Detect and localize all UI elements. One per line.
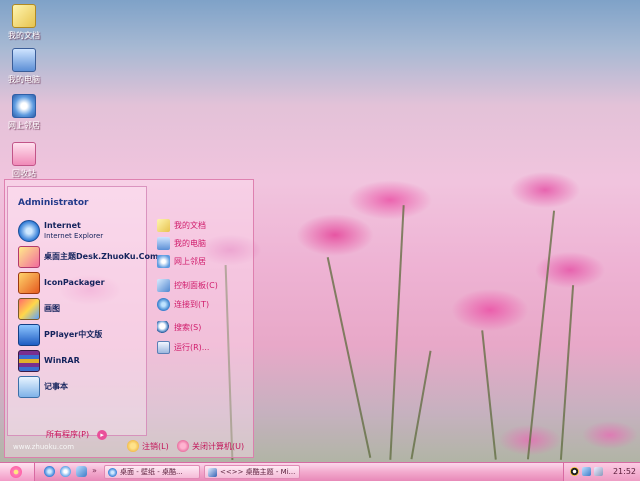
internet-explorer-icon bbox=[18, 220, 40, 242]
desktop-icon-recycle-bin[interactable]: 回收站 bbox=[4, 142, 44, 179]
my-documents-icon bbox=[157, 218, 170, 232]
place-my-documents[interactable]: 我的文档 bbox=[157, 217, 206, 233]
desktop-theme-icon bbox=[18, 246, 40, 268]
program-winrar[interactable]: WinRAR bbox=[18, 350, 80, 372]
connect-to-icon bbox=[157, 297, 170, 311]
flower-start-icon bbox=[10, 466, 22, 478]
program-name: WinRAR bbox=[44, 356, 80, 365]
my-documents-icon bbox=[12, 4, 36, 28]
control-panel-icon bbox=[157, 278, 170, 292]
volume-tray-icon[interactable] bbox=[594, 467, 603, 476]
ie-task-icon bbox=[108, 467, 117, 477]
program-paint[interactable]: 画图 bbox=[18, 298, 60, 320]
notepad-icon bbox=[18, 376, 40, 398]
start-menu: Administrator Internet Internet Explorer… bbox=[4, 179, 254, 458]
program-name: 桌面主题Desk.ZhuoKu.Com bbox=[44, 252, 159, 261]
paint-icon bbox=[18, 298, 40, 320]
network-places-icon bbox=[12, 94, 36, 118]
iconpackager-icon bbox=[18, 272, 40, 294]
program-name: 画图 bbox=[44, 304, 60, 313]
program-desktop-theme[interactable]: 桌面主题Desk.ZhuoKu.Com bbox=[18, 246, 158, 268]
desktop-icon-label: 我的电脑 bbox=[8, 75, 40, 84]
place-label: 控制面板(C) bbox=[174, 280, 218, 290]
power-icon bbox=[177, 440, 189, 452]
program-name: IconPackager bbox=[44, 278, 105, 287]
start-menu-footer: www.zhuoku.com 注销(L) 关闭计算机(U) bbox=[5, 437, 253, 457]
my-computer-icon bbox=[12, 48, 36, 72]
desktop-icon-label: 我的文档 bbox=[8, 31, 40, 40]
system-tray: 21:52 bbox=[563, 463, 640, 481]
taskbar-button-label: 桌面 - 壁纸 - 桌酷... bbox=[120, 468, 183, 476]
program-internet-explorer[interactable]: Internet Internet Explorer bbox=[18, 220, 103, 242]
place-label: 搜索(S) bbox=[174, 322, 202, 332]
desktop-icon-my-computer[interactable]: 我的电脑 bbox=[4, 48, 44, 85]
recycle-bin-icon bbox=[12, 142, 36, 166]
logoff-icon bbox=[127, 440, 139, 452]
place-control-panel[interactable]: 控制面板(C) bbox=[157, 277, 218, 293]
start-menu-user-name: Administrator bbox=[18, 198, 89, 208]
program-name: Internet bbox=[44, 221, 81, 230]
taskbar-button-label: <<>> 桌酷主题 - Mi... bbox=[220, 468, 296, 476]
program-iconpackager[interactable]: IconPackager bbox=[18, 272, 105, 294]
quick-launch-media-icon[interactable] bbox=[60, 466, 71, 477]
taskbar-button-browser[interactable]: 桌面 - 壁纸 - 桌酷... bbox=[104, 465, 200, 479]
program-name: 记事本 bbox=[44, 382, 68, 391]
start-button[interactable] bbox=[0, 463, 35, 481]
start-menu-programs-pane: Administrator Internet Internet Explorer… bbox=[7, 186, 158, 440]
place-run[interactable]: 运行(R)... bbox=[157, 339, 209, 355]
word-task-icon bbox=[208, 467, 217, 477]
media-player-icon bbox=[18, 324, 40, 346]
place-network-places[interactable]: 网上邻居 bbox=[157, 253, 206, 269]
run-icon bbox=[157, 340, 170, 354]
taskbar: » 桌面 - 壁纸 - 桌酷... <<>> 桌酷主题 - Mi... 21:5… bbox=[0, 462, 640, 481]
place-label: 网上邻居 bbox=[174, 256, 206, 266]
quick-launch-ie-icon[interactable] bbox=[44, 466, 55, 477]
desktop-icon-network-places[interactable]: 网上邻居 bbox=[4, 94, 44, 131]
winrar-icon bbox=[18, 350, 40, 372]
clock: 21:52 bbox=[612, 467, 636, 476]
place-label: 连接到(T) bbox=[174, 299, 210, 309]
my-computer-icon bbox=[157, 236, 170, 250]
network-tray-icon[interactable] bbox=[582, 467, 591, 476]
desktop-icon-label: 回收站 bbox=[12, 169, 36, 178]
program-subtitle: Internet Explorer bbox=[44, 232, 104, 240]
program-name: PPlayer中文版 bbox=[44, 330, 103, 339]
desktop-icon-my-documents[interactable]: 我的文档 bbox=[4, 4, 44, 41]
site-url-text: www.zhuoku.com bbox=[13, 443, 75, 451]
quick-launch-desktop-icon[interactable] bbox=[76, 466, 87, 477]
place-label: 运行(R)... bbox=[174, 342, 210, 352]
program-media-player[interactable]: PPlayer中文版 bbox=[18, 324, 102, 346]
shutdown-button[interactable]: 关闭计算机(U) bbox=[177, 440, 244, 452]
logoff-button[interactable]: 注销(L) bbox=[127, 440, 169, 452]
network-places-icon bbox=[157, 254, 170, 268]
place-search[interactable]: 搜索(S) bbox=[157, 319, 201, 335]
place-label: 我的文档 bbox=[174, 220, 206, 230]
desktop-icon-label: 网上邻居 bbox=[8, 121, 40, 130]
place-my-computer[interactable]: 我的电脑 bbox=[157, 235, 206, 251]
qq-tray-icon[interactable] bbox=[570, 467, 579, 476]
quick-launch-chevron-icon[interactable]: » bbox=[92, 466, 97, 475]
logoff-label: 注销(L) bbox=[142, 441, 169, 451]
search-icon bbox=[157, 320, 170, 334]
taskbar-button-document[interactable]: <<>> 桌酷主题 - Mi... bbox=[204, 465, 300, 479]
place-connect-to[interactable]: 连接到(T) bbox=[157, 296, 209, 312]
shutdown-label: 关闭计算机(U) bbox=[192, 441, 245, 451]
place-label: 我的电脑 bbox=[174, 238, 206, 248]
program-notepad[interactable]: 记事本 bbox=[18, 376, 68, 398]
